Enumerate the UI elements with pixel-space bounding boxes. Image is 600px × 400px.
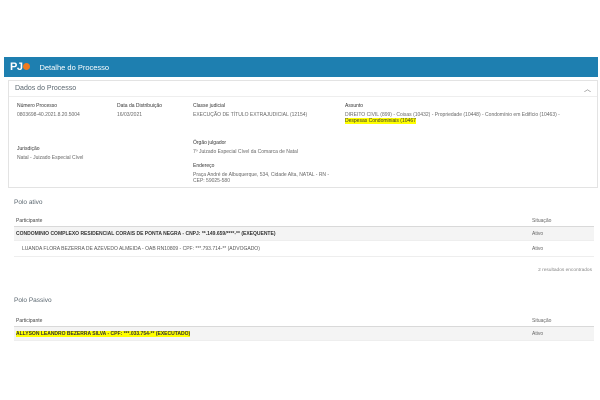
numero-processo-label: Número Processo: [17, 103, 58, 109]
situacao-column-header: Situação: [532, 318, 552, 324]
orgao-julgador-value: 7º Juizado Especial Cível da Comarca de …: [193, 148, 298, 155]
table-row[interactable]: LUANDA FLORA BEZERRA DE AZEVEDO ALMEIDA …: [14, 241, 594, 257]
jurisdicao-value: Natal - Juizado Especial Cível: [17, 154, 84, 161]
top-bar: PJ Detalhe do Processo: [4, 57, 598, 77]
classe-judicial-value: EXECUÇÃO DE TÍTULO EXTRAJUDICIAL (12154): [193, 111, 308, 118]
pje-logo[interactable]: PJ: [10, 61, 31, 73]
logo-dot-icon: [23, 62, 31, 70]
participante-column-header: Participante: [16, 318, 43, 324]
participante-cell: ALLYSON LEANDRO BEZERRA SILVA - CPF: ***…: [16, 330, 191, 337]
jurisdicao-field: Jurisdição Natal - Juizado Especial Cíve…: [17, 146, 83, 161]
dados-processo-header[interactable]: Dados do Processo ︿: [9, 81, 597, 97]
classe-judicial-label: Classe judicial: [193, 103, 225, 109]
participante-cell: CONDOMINIO COMPLEXO RESIDENCIAL CORAIS D…: [16, 230, 276, 237]
polo-ativo-table: Participante Situação CONDOMINIO COMPLEX…: [14, 216, 594, 257]
classe-judicial-field: Classe judicial EXECUÇÃO DE TÍTULO EXTRA…: [193, 103, 307, 118]
situacao-cell: Ativo: [532, 245, 544, 252]
endereco-label: Endereço: [193, 163, 215, 169]
assunto-value-line2: Despesas Condominiais (10467: [345, 118, 416, 124]
orgao-julgador-field: Órgão julgador 7º Juizado Especial Cível…: [193, 140, 298, 155]
endereco-value-line2: CEP: 59025-580: [193, 178, 230, 184]
participante-cell: LUANDA FLORA BEZERRA DE AZEVEDO ALMEIDA …: [22, 245, 260, 252]
polo-passivo-table-header: Participante Situação: [14, 316, 594, 327]
polo-ativo-title: Polo ativo: [14, 199, 43, 206]
dados-processo-title: Dados do Processo: [15, 85, 77, 92]
polo-passivo-table: Participante Situação ALLYSON LEANDRO BE…: [14, 316, 594, 341]
numero-processo-field: Número Processo 0803698-40.2021.8.20.500…: [17, 103, 80, 118]
data-distribuicao-field: Data da Distribuição 16/03/2021: [117, 103, 162, 118]
situacao-cell: Ativo: [532, 330, 544, 337]
situacao-cell: Ativo: [532, 230, 544, 237]
participante-column-header: Participante: [16, 218, 43, 224]
situacao-column-header: Situação: [532, 218, 552, 224]
orgao-julgador-label: Órgão julgador: [193, 140, 227, 146]
polo-ativo-table-header: Participante Situação: [14, 216, 594, 227]
results-count: 2 resultados encontrados: [538, 268, 592, 273]
endereco-field: Endereço Praça André de Albuquerque, 534…: [193, 163, 329, 185]
polo-passivo-title: Polo Passivo: [14, 297, 52, 304]
data-distribuicao-label: Data da Distribuição: [117, 103, 163, 109]
jurisdicao-label: Jurisdição: [17, 146, 40, 152]
table-row[interactable]: ALLYSON LEANDRO BEZERRA SILVA - CPF: ***…: [14, 327, 594, 341]
logo-text: PJ: [10, 61, 23, 73]
page-title: Detalhe do Processo: [39, 62, 110, 72]
assunto-field: Assunto DIREITO CIVIL (899) - Coisas (10…: [345, 103, 595, 125]
chevron-up-icon[interactable]: ︿: [584, 84, 591, 94]
page: PJ Detalhe do Processo Dados do Processo…: [0, 0, 600, 400]
numero-processo-value: 0803698-40.2021.8.20.5004: [17, 111, 80, 118]
data-distribuicao-value: 16/03/2021: [117, 111, 143, 118]
assunto-label: Assunto: [345, 103, 364, 109]
table-row[interactable]: CONDOMINIO COMPLEXO RESIDENCIAL CORAIS D…: [14, 227, 594, 241]
